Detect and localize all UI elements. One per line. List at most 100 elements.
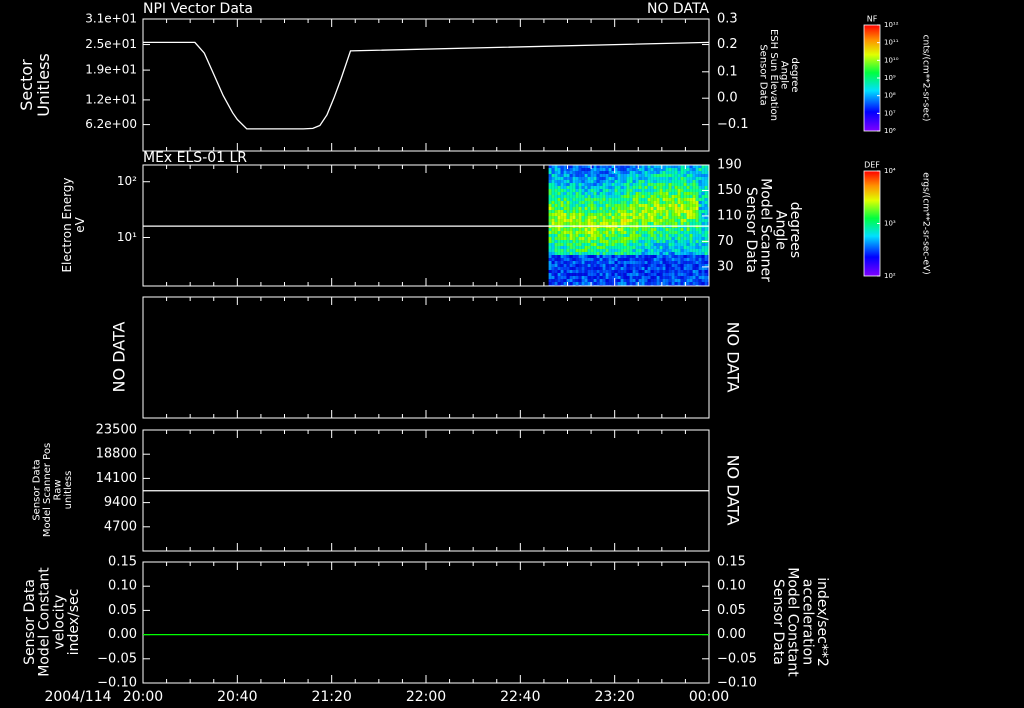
heatmap-cell [560,279,564,282]
heatmap-cell [566,219,570,222]
heatmap-cell [611,201,615,204]
heatmap-cell [581,228,585,231]
heatmap-cell [644,279,648,282]
heatmap-cell [602,231,606,234]
heatmap-cell [662,186,666,189]
heatmap-cell [641,210,645,213]
heatmap-cell [641,243,645,246]
colorbar-tick-label: 10¹² [884,21,899,29]
heatmap-cell [581,195,585,198]
heatmap-cell [599,267,603,270]
heatmap-cell [659,264,663,267]
heatmap-cell [629,258,633,261]
heatmap-cell [683,195,687,198]
heatmap-cell [629,243,633,246]
heatmap-cell [590,189,594,192]
heatmap-cell [656,186,660,189]
heatmap-cell [596,198,600,201]
heatmap-cell [557,255,561,258]
heatmap-cell [632,201,636,204]
heatmap-cell [686,183,690,186]
heatmap-cell [578,177,582,180]
heatmap-cell [569,210,573,213]
heatmap-cell [599,177,603,180]
heatmap-cell [617,276,621,279]
heatmap-cell [578,249,582,252]
heatmap-cell [569,249,573,252]
heatmap-cell [569,279,573,282]
heatmap-cell [650,276,654,279]
heatmap-cell [632,240,636,243]
heatmap-cell [668,249,672,252]
heatmap-cell [590,273,594,276]
heatmap-cell [605,186,609,189]
heatmap-cell [647,177,651,180]
heatmap-cell [602,255,606,258]
heatmap-cell [665,282,669,285]
heatmap-cell [599,204,603,207]
heatmap-cell [665,219,669,222]
heatmap-cell [662,267,666,270]
heatmap-cell [668,282,672,285]
heatmap-cell [569,192,573,195]
heatmap-cell [629,180,633,183]
heatmap-cell [569,240,573,243]
heatmap-cell [650,216,654,219]
y-tick-label: 6.2e+00 [85,117,137,131]
heatmap-cell [698,204,702,207]
heatmap-cell [563,267,567,270]
heatmap-cell [629,261,633,264]
heatmap-cell [590,222,594,225]
heatmap-cell [671,231,675,234]
heatmap-cell [653,186,657,189]
heatmap-cell [551,204,555,207]
heatmap-cell [623,213,627,216]
heatmap-cell [644,186,648,189]
y-tick-label: 0.10 [108,579,137,594]
heatmap-cell [617,282,621,285]
heatmap-cell [587,228,591,231]
heatmap-cell [557,228,561,231]
x-tick-label: 20:00 [123,689,163,705]
heatmap-cell [704,210,708,213]
heatmap-cell [554,270,558,273]
heatmap-cell [590,258,594,261]
heatmap-cell [608,189,612,192]
heatmap-cell [599,261,603,264]
heatmap-cell [632,210,636,213]
heatmap-cell [647,246,651,249]
heatmap-cell [683,255,687,258]
heatmap-cell [575,273,579,276]
heatmap-cell [575,246,579,249]
heatmap-cell [653,195,657,198]
heatmap-cell [611,234,615,237]
heatmap-cell [560,234,564,237]
heatmap-cell [692,219,696,222]
heatmap-cell [560,186,564,189]
heatmap-cell [623,219,627,222]
heatmap-cell [638,192,642,195]
heatmap-cell [548,192,552,195]
heatmap-cell [695,171,699,174]
heatmap-cell [671,228,675,231]
heatmap-cell [674,216,678,219]
heatmap-cell [671,189,675,192]
heatmap-cell [551,183,555,186]
heatmap-cell [581,216,585,219]
heatmap-cell [560,201,564,204]
heatmap-cell [698,198,702,201]
heatmap-cell [596,228,600,231]
heatmap-cell [557,210,561,213]
heatmap-cell [620,252,624,255]
heatmap-cell [680,249,684,252]
heatmap-cell [632,231,636,234]
heatmap-cell [617,210,621,213]
heatmap-cell [641,246,645,249]
heatmap-cell [635,261,639,264]
heatmap-cell [659,234,663,237]
y-axis-label: index/sec [66,589,82,656]
heatmap-cell [575,204,579,207]
heatmap-cell [623,252,627,255]
heatmap-cell [557,246,561,249]
heatmap-cell [647,186,651,189]
